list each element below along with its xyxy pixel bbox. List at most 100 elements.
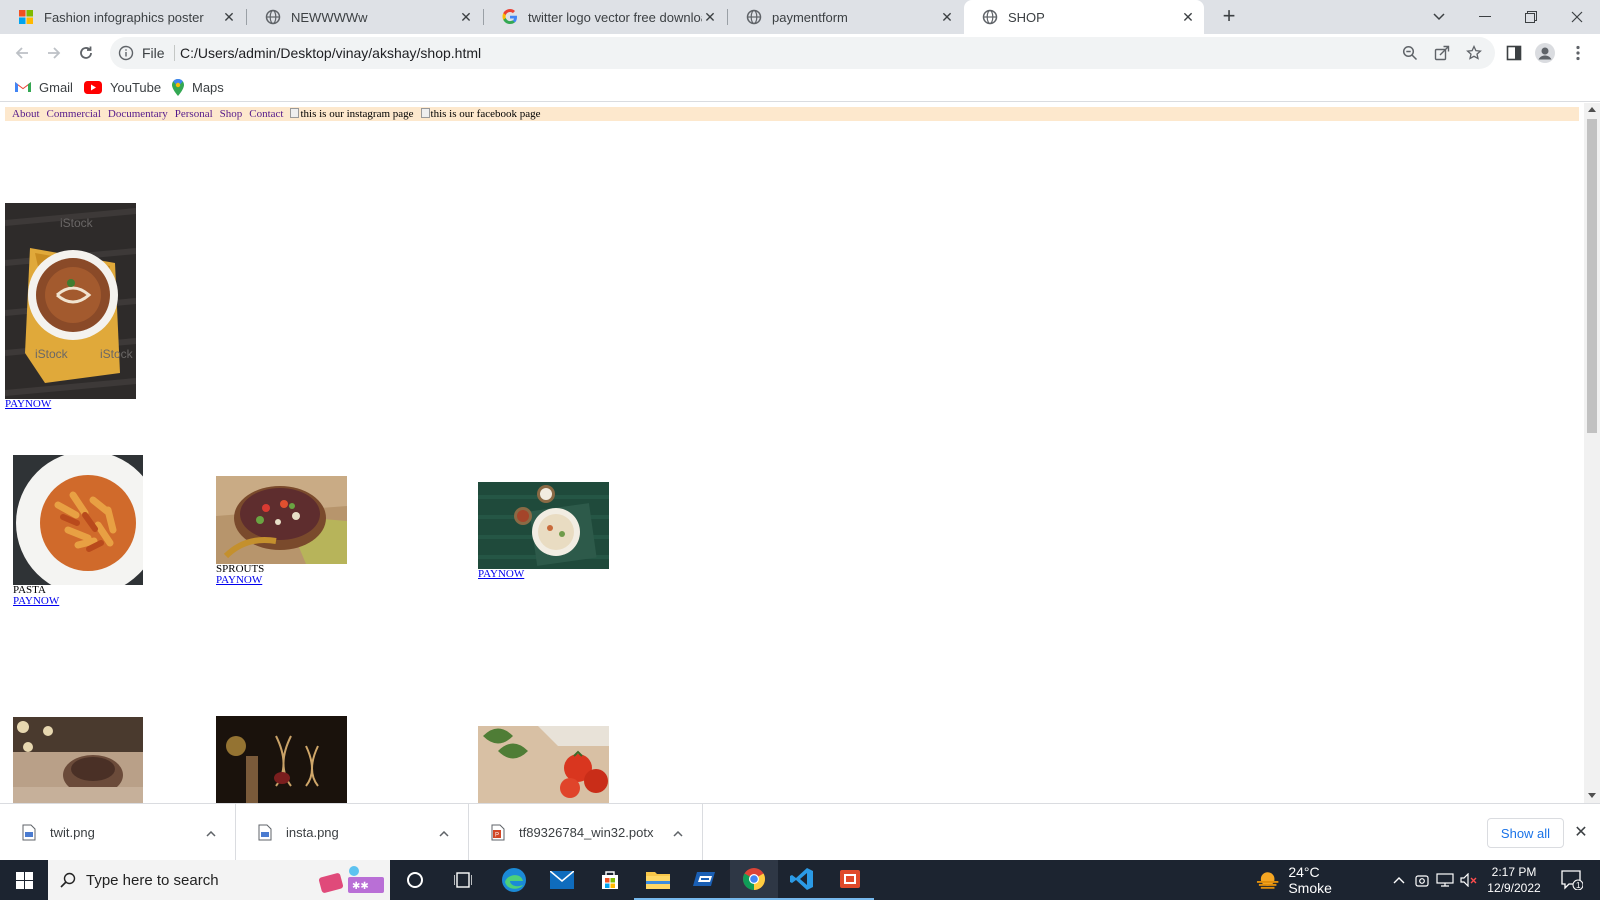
mail-icon (550, 871, 574, 889)
clock-date: 12/9/2022 (1487, 881, 1541, 895)
menu-kebab-icon[interactable] (1568, 43, 1588, 63)
tab-paymentform[interactable]: paymentform ✕ (728, 0, 963, 34)
tab-newwwww[interactable]: NEWWWWw ✕ (247, 0, 482, 34)
task-view-icon (454, 872, 472, 888)
url-text[interactable]: C:/Users/admin/Desktop/vinay/akshay/shop… (180, 45, 481, 61)
taskbar-teamviewer[interactable] (682, 860, 730, 900)
back-button[interactable] (10, 41, 34, 65)
paynow-link[interactable]: PAYNOW (13, 596, 143, 607)
chrome-icon (743, 868, 765, 890)
minimize-button[interactable] (1462, 0, 1508, 34)
product-image-dal-bowl[interactable]: iStock iStock iStock (5, 203, 136, 399)
share-icon[interactable] (1432, 43, 1452, 63)
show-all-downloads-button[interactable]: Show all (1487, 818, 1564, 848)
task-view-button[interactable] (443, 860, 483, 900)
product-image-wine-glasses[interactable] (216, 716, 347, 803)
taskbar-vscode[interactable] (778, 860, 826, 900)
instagram-link[interactable]: this is our instagram page (290, 108, 414, 120)
facebook-link[interactable]: this is our facebook page (420, 108, 541, 120)
volume-button[interactable] (1458, 860, 1480, 900)
product-card (216, 716, 347, 803)
restore-button[interactable] (1508, 0, 1554, 34)
tab-strip: Fashion infographics poster ✕ NEWWWWw ✕ … (0, 0, 1600, 34)
zoom-icon[interactable] (1400, 43, 1420, 63)
chevron-up-icon[interactable] (201, 826, 221, 840)
downloads-bar: twit.png insta.png P tf89326784_win32.po… (0, 803, 1600, 861)
star-icon[interactable] (1464, 43, 1484, 63)
taskbar-mail[interactable] (538, 860, 586, 900)
cortana-button[interactable] (395, 860, 435, 900)
start-button[interactable] (0, 860, 48, 900)
bookmark-label: YouTube (110, 79, 162, 95)
avatar-icon (1535, 43, 1555, 63)
tab-twitter-logo[interactable]: twitter logo vector free downloa ✕ (484, 0, 726, 34)
product-card (13, 717, 143, 803)
nav-documentary[interactable]: Documentary (108, 108, 168, 120)
tab-title: twitter logo vector free downloa (528, 9, 702, 25)
weather-text: 24°C Smoke (1288, 864, 1332, 896)
taskbar-file-explorer[interactable] (634, 860, 682, 900)
product-image-pasta-plate[interactable] (13, 455, 143, 585)
scroll-down-arrow-icon[interactable] (1588, 793, 1596, 798)
globe-icon (746, 9, 762, 25)
paynow-link[interactable]: PAYNOW (216, 575, 347, 586)
close-downloads-bar-icon[interactable]: ✕ (1572, 824, 1590, 842)
product-image-rice-bowls[interactable] (478, 482, 609, 569)
download-item[interactable]: insta.png (236, 804, 469, 861)
taskbar-store[interactable] (586, 860, 634, 900)
tab-shop[interactable]: SHOP ✕ (964, 0, 1204, 34)
new-tab-button[interactable]: + (1217, 5, 1241, 29)
profile-avatar[interactable] (1535, 43, 1555, 63)
divider (174, 45, 175, 61)
taskbar-office-app[interactable] (826, 860, 874, 900)
bookmark-gmail[interactable]: Gmail (15, 78, 73, 96)
action-center-button[interactable]: 1 (1552, 860, 1592, 900)
paynow-link[interactable]: PAYNOW (478, 569, 609, 580)
product-image-dessert[interactable] (13, 717, 143, 803)
tab-title: NEWWWWw (291, 9, 368, 25)
nav-shop[interactable]: Shop (220, 108, 243, 120)
product-card: PAYNOW (478, 482, 609, 580)
close-icon[interactable]: ✕ (458, 9, 474, 25)
bookmark-youtube[interactable]: YouTube (84, 78, 161, 96)
chevron-up-icon[interactable] (668, 826, 688, 840)
taskbar-chrome[interactable] (730, 860, 778, 900)
scroll-up-arrow-icon[interactable] (1588, 107, 1596, 112)
close-icon[interactable]: ✕ (221, 9, 237, 25)
taskbar-search-box[interactable]: Type here to search ✱✱ (48, 860, 390, 900)
nav-personal[interactable]: Personal (175, 108, 213, 120)
product-image-tomatoes[interactable] (478, 726, 609, 803)
close-icon[interactable]: ✕ (939, 9, 955, 25)
address-bar[interactable]: File C:/Users/admin/Desktop/vinay/akshay… (110, 37, 1495, 69)
close-window-button[interactable] (1554, 0, 1600, 34)
scrollbar-thumb[interactable] (1587, 119, 1597, 433)
facebook-alt-text: this is our facebook page (430, 108, 541, 120)
close-icon[interactable]: ✕ (1180, 9, 1196, 25)
show-hidden-icons-button[interactable] (1388, 860, 1410, 900)
tab-search-button[interactable] (1416, 0, 1462, 34)
download-item[interactable]: P tf89326784_win32.potx (469, 804, 703, 861)
forward-button[interactable] (42, 41, 66, 65)
taskbar-edge[interactable] (490, 860, 538, 900)
network-button[interactable] (1434, 860, 1456, 900)
download-item[interactable]: twit.png (0, 804, 236, 861)
tab-fashion[interactable]: Fashion infographics poster ✕ (0, 0, 245, 34)
weather-widget[interactable]: 24°C Smoke (1255, 860, 1365, 900)
product-image-sprouts-bowl[interactable] (216, 476, 347, 564)
info-icon[interactable] (118, 45, 134, 61)
close-icon[interactable]: ✕ (702, 9, 718, 25)
nav-commercial[interactable]: Commercial (47, 108, 101, 120)
reload-button[interactable] (74, 41, 98, 65)
side-panel-icon[interactable] (1504, 43, 1524, 63)
nav-about[interactable]: About (12, 108, 40, 120)
taskbar-clock[interactable]: 2:17 PM 12/9/2022 (1482, 864, 1546, 896)
restore-icon (1525, 11, 1537, 23)
maps-pin-icon (172, 78, 184, 96)
meet-now-button[interactable] (1412, 860, 1432, 900)
bookmark-maps[interactable]: Maps (172, 78, 224, 96)
nav-contact[interactable]: Contact (249, 108, 283, 120)
page-scrollbar[interactable] (1584, 103, 1600, 803)
reload-icon (80, 46, 92, 59)
paynow-link[interactable]: PAYNOW (5, 399, 136, 410)
chevron-up-icon[interactable] (434, 826, 454, 840)
